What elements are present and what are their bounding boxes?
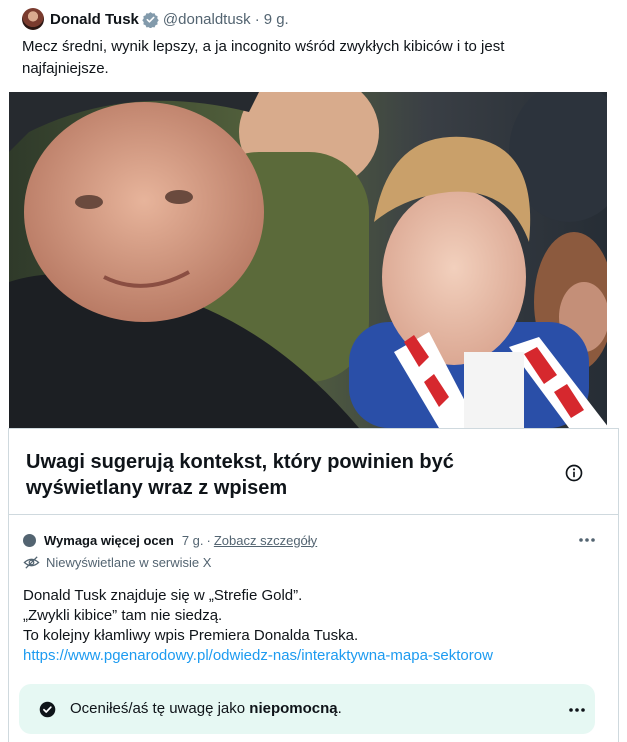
note-line: „Zwykli kibice” tam nie siedzą. — [23, 607, 223, 624]
note-time: 7 g. — [181, 532, 204, 548]
more-horizontal-icon[interactable] — [567, 703, 587, 717]
visibility-label: Niewyświetlane w serwisie X — [46, 554, 212, 570]
header-separator: · — [254, 10, 260, 28]
note-divider — [9, 514, 618, 515]
note-visibility: Niewyświetlane w serwisie X — [23, 552, 211, 572]
note-meta: Wymaga więcej ocen 7 g. · Zobacz szczegó… — [23, 531, 317, 549]
see-details-link[interactable]: Zobacz szczegóły — [214, 533, 317, 548]
rating-suffix: . — [337, 700, 342, 717]
note-meta-separator: · — [206, 532, 211, 548]
note-line: To kolejny kłamliwy wpis Premiera Donald… — [23, 627, 359, 644]
author-handle[interactable]: @donaldtusk — [163, 11, 251, 28]
rating-prefix: Oceniłeś/aś tę uwagę jako — [70, 700, 246, 717]
author-name[interactable]: Donald Tusk — [50, 11, 139, 28]
tweet-card: Donald Tusk @donaldtusk · 9 g. Mecz śred… — [8, 0, 619, 742]
note-line: Donald Tusk znajduje się w „Strefie Gold… — [23, 587, 303, 604]
note-status: Wymaga więcej ocen — [44, 532, 174, 548]
rating-value: niepomocną — [249, 700, 338, 717]
more-horizontal-icon[interactable] — [577, 533, 597, 547]
note-title: Uwagi sugerują kontekst, który powinien … — [26, 451, 454, 499]
note-source-link[interactable]: https://www.pgenarodowy.pl/odwiedz-nas/i… — [23, 646, 603, 666]
rating-banner: Oceniłeś/aś tę uwagę jako niepomocną. — [19, 684, 595, 734]
selfie-photo-illustration — [9, 92, 607, 428]
rating-text: Oceniłeś/aś tę uwagę jako niepomocną. — [70, 700, 342, 717]
status-dot-icon — [23, 533, 36, 547]
tweet-time[interactable]: 9 g. — [264, 11, 289, 28]
eye-off-icon — [23, 555, 40, 569]
note-body: Donald Tusk znajduje się w „Strefie Gold… — [23, 586, 603, 666]
tweet-text: Mecz średni, wynik lepszy, a ja incognit… — [22, 38, 505, 77]
verified-badge-icon — [142, 11, 159, 28]
info-icon[interactable] — [564, 463, 584, 483]
check-circle-icon — [39, 701, 56, 718]
tweet-photo[interactable] — [9, 92, 607, 428]
avatar[interactable] — [22, 8, 44, 30]
community-note: Uwagi sugerują kontekst, który powinien … — [8, 428, 619, 742]
tweet-header: Donald Tusk @donaldtusk · 9 g. — [22, 8, 289, 30]
